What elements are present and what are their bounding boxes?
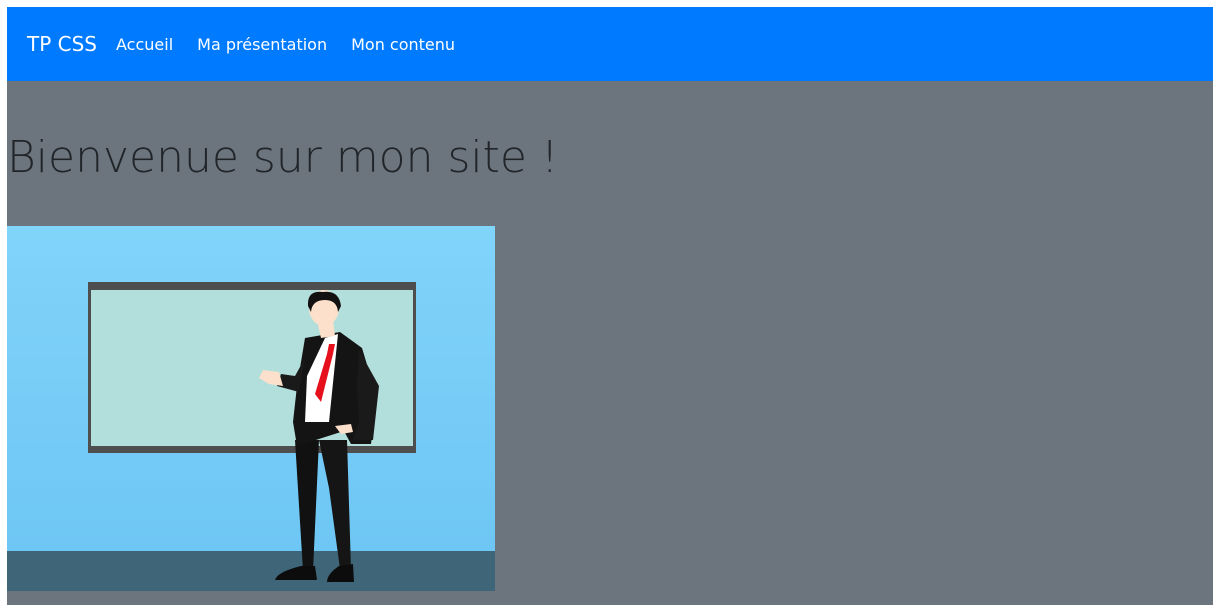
top-navbar: TP CSS Accueil Ma présentation Mon conte…: [7, 7, 1213, 81]
nav-link-presentation[interactable]: Ma présentation: [197, 35, 327, 54]
nav-link-accueil[interactable]: Accueil: [116, 35, 173, 54]
browser-viewport: TP CSS Accueil Ma présentation Mon conte…: [7, 7, 1213, 605]
navbar-brand[interactable]: TP CSS: [27, 32, 97, 56]
page-title: Bienvenue sur mon site !: [7, 132, 559, 183]
floor: [7, 551, 495, 591]
nav-link-contenu[interactable]: Mon contenu: [351, 35, 455, 54]
presenter-illustration: [7, 226, 495, 591]
